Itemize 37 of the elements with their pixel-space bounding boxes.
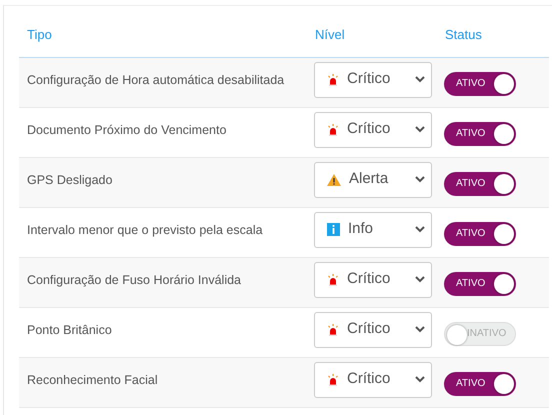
alert-type-text: Reconhecimento Facial: [26, 372, 158, 388]
level-select[interactable]: Crítico: [314, 62, 432, 98]
siren-icon: [327, 374, 339, 386]
siren-icon: [327, 74, 339, 86]
alert-type-text: Configuração de Fuso Horário Inválida: [26, 272, 242, 289]
chevron-icon: [415, 76, 425, 83]
alert-type-text: Documento Próximo do Vencimento: [26, 122, 226, 138]
info-icon: [327, 223, 340, 236]
alert-type-text: GPS Desligado: [26, 172, 112, 189]
chevron-icon: [415, 276, 425, 283]
alert-type-text: Ponto Britânico: [26, 322, 112, 338]
siren-icon: [327, 274, 339, 286]
chevron-icon: [415, 326, 425, 333]
warning-icon: [327, 174, 341, 186]
status-toggle[interactable]: ATIVO: [444, 372, 516, 396]
column-header: Status: [444, 6, 549, 57]
chevron-icon: [415, 176, 425, 183]
column-header: Tipo: [19, 6, 314, 57]
alert-type-text: Intervalo menor que o previsto pela escala: [26, 222, 263, 239]
siren-icon: [327, 324, 339, 336]
chevron-icon: [415, 226, 425, 233]
status-toggle[interactable]: ATIVO: [444, 272, 516, 296]
alert-type-text: Configuração de Hora automática desabilitada: [26, 72, 284, 89]
level-select[interactable]: Info: [314, 212, 432, 248]
status-toggle[interactable]: ATIVO: [444, 172, 516, 196]
chevron-icon: [415, 376, 425, 383]
level-select[interactable]: Crítico: [314, 362, 432, 398]
level-select[interactable]: Crítico: [314, 262, 432, 298]
status-toggle[interactable]: ATIVO: [444, 72, 516, 96]
level-select[interactable]: Crítico: [314, 112, 432, 148]
level-select[interactable]: Crítico: [314, 312, 432, 348]
status-toggle[interactable]: ATIVO: [444, 122, 516, 146]
level-select[interactable]: Alerta: [314, 162, 432, 198]
chevron-icon: [415, 126, 425, 133]
column-header: Nível: [314, 6, 444, 57]
siren-icon: [327, 124, 339, 136]
status-toggle[interactable]: ATIVO: [444, 222, 516, 246]
